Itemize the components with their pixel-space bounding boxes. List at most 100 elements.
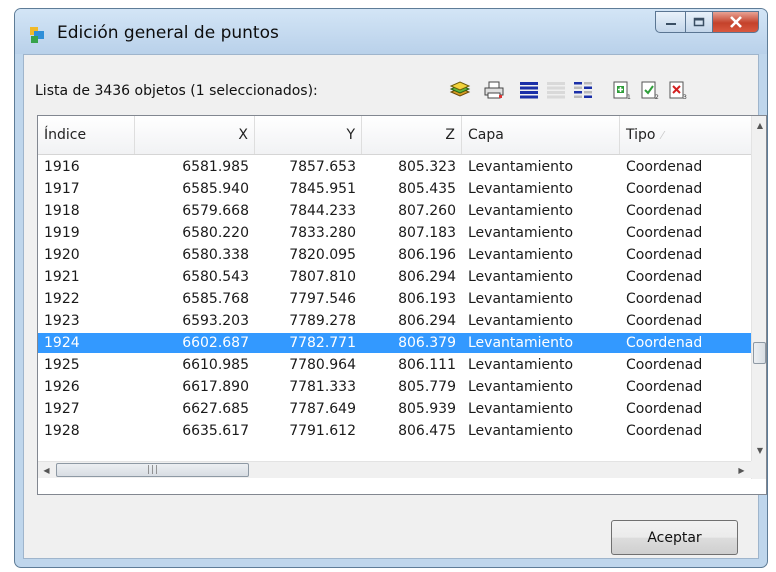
vertical-scroll-thumb[interactable] [753,342,766,364]
table-row[interactable]: 1927 6627.685 7787.649 805.939 Levantamiento… [38,399,751,419]
cell-layer: Levantamiento [468,269,574,285]
cell-x: 6585.940 [182,181,249,197]
points-table[interactable]: Índice X Y Z Capa Tipo ⁄ 1916 6581.985 7857… [37,115,767,495]
cell-z: 807.183 [398,225,456,241]
cell-index: 1924 [44,335,80,351]
cell-layer: Levantamiento [468,313,574,329]
cell-index: 1925 [44,357,80,373]
scroll-up-button[interactable]: ▲ [752,117,766,134]
arrow-up-icon: ▲ [756,121,764,130]
delete-button[interactable]: 3 [666,77,690,103]
cell-type: Coordenad [626,269,703,285]
arrow-right-icon: ▶ [738,466,745,475]
table-row[interactable]: 1923 6593.203 7789.278 806.294 Levantamiento… [38,311,751,331]
cell-x: 6635.617 [182,423,249,439]
layers-button[interactable] [448,77,472,103]
scroll-right-button[interactable]: ▶ [733,462,750,479]
cell-y: 7844.233 [289,203,356,219]
table-row[interactable]: 1926 6617.890 7781.333 805.779 Levantamiento… [38,377,751,397]
cell-x: 6627.685 [182,401,249,417]
cell-y: 7780.964 [289,357,356,373]
edit-icon: 2 [641,81,659,100]
arrow-left-icon: ◀ [43,466,50,475]
cell-index: 1923 [44,313,80,329]
cell-type: Coordenad [626,423,703,439]
sort-indicator-icon: ⁄ [661,129,664,142]
list-caption: Lista de 3436 objetos (1 seleccionados): [35,83,318,99]
table-row[interactable]: 1920 6580.338 7820.095 806.196 Levantamiento… [38,245,751,265]
cell-x: 6581.985 [182,159,249,175]
table-row[interactable]: 1919 6580.220 7833.280 807.183 Levantamiento… [38,223,751,243]
cell-index: 1917 [44,181,80,197]
delete-icon: 3 [669,81,687,100]
select-none-button[interactable] [544,77,568,103]
cell-y: 7791.612 [289,423,356,439]
cell-y: 7787.649 [289,401,356,417]
cell-x: 6602.687 [182,335,249,351]
cell-layer: Levantamiento [468,379,574,395]
cell-y: 7789.278 [289,313,356,329]
column-header-z[interactable]: Z [362,116,462,154]
column-header-y[interactable]: Y [255,116,362,154]
cell-y: 7857.653 [289,159,356,175]
horizontal-scroll-thumb[interactable]: ||| [56,463,249,477]
column-header-layer[interactable]: Capa [462,116,620,154]
cell-index: 1920 [44,247,80,263]
cell-type: Coordenad [626,203,703,219]
maximize-button[interactable] [685,11,713,33]
column-header-x[interactable]: X [135,116,255,154]
dialog-body: Lista de 3436 objetos (1 seleccionados): [23,54,767,559]
cell-layer: Levantamiento [468,181,574,197]
table-row[interactable]: 1925 6610.985 7780.964 806.111 Levantamiento… [38,355,751,375]
column-header-index[interactable]: Índice [38,116,135,154]
add-button[interactable]: 1 [610,77,634,103]
invert-selection-button[interactable] [571,77,595,103]
arrow-down-icon: ▼ [756,446,764,455]
cell-z: 807.260 [398,203,456,219]
cell-index: 1922 [44,291,80,307]
cell-x: 6593.203 [182,313,249,329]
cell-x: 6610.985 [182,357,249,373]
close-button[interactable] [713,11,759,33]
cell-type: Coordenad [626,379,703,395]
title-bar[interactable]: Edición general de puntos [15,9,767,54]
table-row[interactable]: 1916 6581.985 7857.653 805.323 Levantamiento… [38,157,751,177]
table-row-selected[interactable]: 1924 6602.687 7782.771 806.379 Levantamiento… [38,333,751,353]
window-controls [655,11,759,35]
select-all-button[interactable] [517,77,541,103]
cell-type: Coordenad [626,225,703,241]
window-title: Edición general de puntos [57,23,279,43]
cell-z: 806.196 [398,247,456,263]
table-row[interactable]: 1921 6580.543 7807.810 806.294 Levantamiento… [38,267,751,287]
cell-type: Coordenad [626,247,703,263]
minimize-button[interactable] [655,11,685,33]
scroll-left-button[interactable]: ◀ [38,462,55,479]
cell-z: 806.294 [398,313,456,329]
cell-layer: Levantamiento [468,291,574,307]
cell-type: Coordenad [626,335,703,351]
select-none-icon [547,82,565,99]
cell-index: 1927 [44,401,80,417]
cell-z: 805.435 [398,181,456,197]
cell-layer: Levantamiento [468,203,574,219]
cell-layer: Levantamiento [468,423,574,439]
print-button[interactable] [482,77,506,103]
table-row[interactable]: 1918 6579.668 7844.233 807.260 Levantamiento… [38,201,751,221]
table-row[interactable]: 1922 6585.768 7797.546 806.193 Levantamiento… [38,289,751,309]
cell-y: 7807.810 [289,269,356,285]
edit-button[interactable]: 2 [638,77,662,103]
horizontal-scrollbar[interactable]: ◀ ||| ▶ [38,461,751,478]
scroll-down-button[interactable]: ▼ [752,442,766,459]
cell-type: Coordenad [626,357,703,373]
dialog-window: Edición general de puntos Lista de 3436 … [14,8,768,568]
table-row[interactable]: 1928 6635.617 7791.612 806.475 Levantamiento… [38,421,751,441]
cell-y: 7781.333 [289,379,356,395]
table-row[interactable]: 1917 6585.940 7845.951 805.435 Levantamiento… [38,179,751,199]
accept-button[interactable]: Aceptar [611,520,738,555]
column-header-type[interactable]: Tipo ⁄ [620,116,751,154]
vertical-scrollbar[interactable]: ▲ ▼ [751,116,766,479]
app-icon [27,25,47,45]
minimize-icon [665,23,676,25]
maximize-icon [693,17,705,27]
cell-layer: Levantamiento [468,225,574,241]
